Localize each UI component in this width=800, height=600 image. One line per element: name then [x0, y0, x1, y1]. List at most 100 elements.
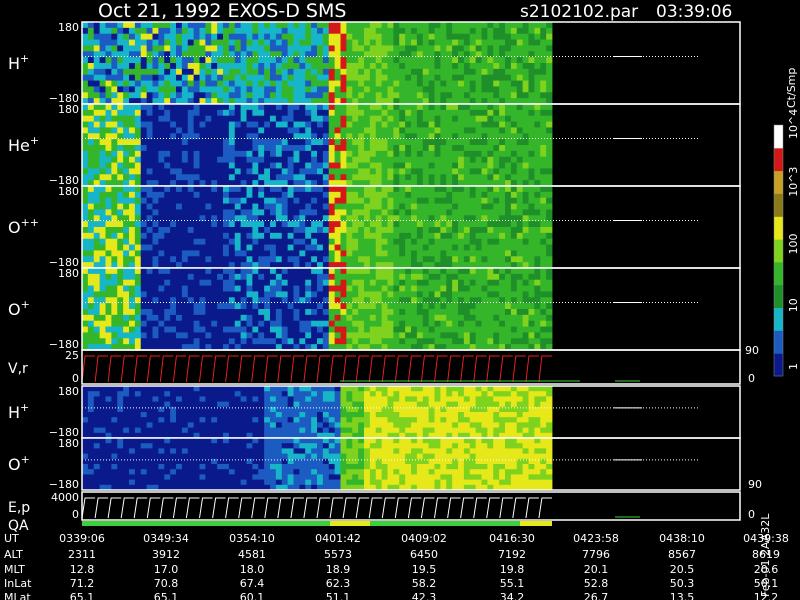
cell — [364, 63, 371, 70]
cell — [223, 80, 230, 87]
cell — [358, 386, 365, 392]
cell — [217, 285, 224, 292]
cell — [275, 27, 283, 35]
cell — [411, 80, 418, 87]
cell — [270, 417, 277, 423]
cell — [176, 68, 183, 76]
cell — [181, 109, 189, 117]
cell — [164, 197, 171, 204]
cell — [234, 197, 242, 204]
cell — [516, 227, 524, 234]
cell — [123, 209, 130, 216]
cell — [217, 250, 224, 257]
cell — [411, 309, 418, 316]
cell — [352, 209, 359, 216]
cell — [281, 150, 289, 158]
cell — [105, 221, 112, 228]
cell — [152, 417, 159, 423]
cell — [164, 238, 171, 245]
cell — [158, 22, 165, 29]
cell — [440, 203, 447, 210]
cell — [516, 197, 524, 204]
cell — [405, 303, 412, 310]
cell — [129, 203, 136, 210]
cell — [493, 238, 500, 245]
cell — [387, 115, 394, 122]
cell — [322, 150, 330, 158]
cell — [416, 227, 424, 234]
cell — [199, 314, 206, 322]
cell — [317, 197, 324, 204]
cell — [193, 203, 200, 210]
cell — [416, 244, 424, 251]
cell — [234, 22, 242, 29]
cell — [505, 191, 512, 199]
cell — [346, 250, 353, 257]
cell — [528, 320, 535, 327]
cell — [487, 115, 494, 122]
cell — [452, 232, 459, 240]
cell — [481, 238, 488, 245]
cell — [193, 150, 200, 158]
cell — [93, 115, 101, 122]
cell — [199, 238, 206, 245]
cell — [193, 33, 200, 40]
cell — [540, 45, 547, 52]
cell — [487, 326, 494, 333]
cell — [152, 396, 159, 402]
cell — [223, 186, 230, 193]
cell — [428, 104, 435, 111]
cell — [422, 291, 430, 298]
cell — [199, 332, 206, 339]
cell — [123, 127, 130, 134]
cell — [481, 291, 488, 298]
cell — [164, 386, 171, 392]
cell — [258, 74, 265, 81]
cell — [275, 338, 283, 345]
cell — [481, 168, 488, 175]
cell — [299, 168, 306, 175]
cell — [293, 92, 300, 99]
cell — [387, 168, 394, 175]
cell — [199, 309, 206, 316]
cell — [264, 338, 271, 345]
cell — [123, 244, 130, 251]
cell — [510, 174, 518, 181]
cell — [387, 139, 394, 146]
cell — [440, 238, 447, 245]
cell — [416, 109, 424, 117]
cell — [176, 291, 183, 298]
cell — [211, 121, 218, 128]
cell — [240, 186, 247, 193]
cell — [299, 92, 306, 99]
cell — [381, 191, 388, 199]
cell — [176, 268, 183, 275]
cell — [434, 92, 441, 99]
cell — [217, 139, 224, 146]
cell — [481, 221, 488, 228]
cell — [129, 74, 136, 81]
cell — [281, 401, 289, 408]
cell — [105, 63, 112, 70]
cell — [211, 326, 218, 333]
cell — [493, 162, 500, 169]
cell — [375, 27, 383, 35]
cell — [252, 221, 259, 228]
cell — [228, 186, 236, 193]
cell — [411, 156, 418, 163]
cell — [299, 86, 306, 93]
cell — [93, 121, 101, 128]
cell — [534, 168, 541, 175]
cell — [346, 291, 353, 298]
cell — [187, 86, 195, 93]
cell — [152, 39, 159, 46]
cell — [117, 227, 124, 234]
cell — [123, 104, 130, 111]
cell — [281, 338, 289, 345]
cell — [505, 109, 512, 117]
cell — [463, 156, 471, 163]
cell — [293, 326, 300, 333]
cell — [405, 145, 412, 152]
cell — [275, 422, 283, 428]
cell — [187, 285, 195, 292]
